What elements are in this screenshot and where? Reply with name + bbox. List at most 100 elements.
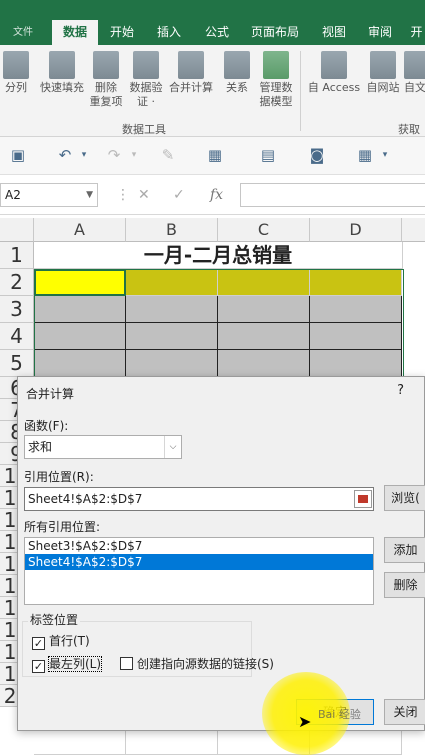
help-button[interactable]: ? <box>397 383 404 398</box>
column-header[interactable]: D <box>310 218 402 242</box>
table-cell[interactable] <box>310 350 402 377</box>
row-header[interactable]: 1 <box>0 242 34 269</box>
flash-fill-icon <box>49 51 75 79</box>
table-cell[interactable] <box>126 323 218 350</box>
flash-fill-button[interactable]: 快速填充 <box>36 51 88 95</box>
grid-cell[interactable] <box>126 731 218 755</box>
from-text-button[interactable]: 自文 <box>404 51 425 95</box>
delete-button[interactable]: 删除 <box>384 572 425 598</box>
range-picker-icon[interactable] <box>354 490 372 508</box>
row-header[interactable]: 5 <box>0 350 34 377</box>
list-item[interactable]: Sheet3!$A$2:$D$7 <box>25 538 373 554</box>
text-to-columns-icon <box>3 51 29 79</box>
name-box[interactable]: A2 ▼ <box>0 183 98 207</box>
table-cell[interactable] <box>34 296 126 323</box>
save-icon[interactable]: ▣ <box>8 146 28 164</box>
tab-more[interactable]: 开 <box>408 20 425 45</box>
manage-data-model-button[interactable]: 管理数 据模型 <box>256 51 296 109</box>
grid-cell[interactable] <box>34 731 126 755</box>
column-header[interactable]: C <box>218 218 310 242</box>
tab-review[interactable]: 审阅 <box>358 20 402 45</box>
consolidate-icon <box>178 51 204 79</box>
text-to-columns-button[interactable]: 分列 <box>2 51 30 95</box>
calendar-icon[interactable]: ▤ <box>258 146 278 164</box>
function-select[interactable]: 求和 ⌵ <box>24 435 182 459</box>
chevron-down-icon[interactable]: ⌵ <box>164 436 181 458</box>
column-header-partial[interactable] <box>402 218 425 242</box>
table-cell[interactable] <box>126 269 218 296</box>
redo-icon[interactable]: ↷ <box>104 146 124 164</box>
browse-button[interactable]: 浏览( <box>384 485 425 511</box>
table-cell[interactable] <box>34 323 126 350</box>
ribbon: 分列 快速填充 删除 重复项 数据验 证 · 合并计算 关系 管理数 据模型 自… <box>0 45 425 152</box>
table-cell[interactable] <box>34 350 126 377</box>
table-icon[interactable]: ▦ <box>205 146 225 164</box>
column-header[interactable]: B <box>126 218 218 242</box>
checkmark-icon: ✓ <box>32 637 45 650</box>
column-header[interactable]: A <box>34 218 126 242</box>
group-separator <box>300 51 301 131</box>
dots-icon: ⋮ <box>116 187 130 203</box>
row-header[interactable]: 4 <box>0 323 34 350</box>
left-column-checkbox[interactable]: ✓ 最左列(L) <box>32 656 103 673</box>
tab-data[interactable]: 数据 <box>52 20 98 45</box>
data-model-icon <box>263 51 289 79</box>
tab-view[interactable]: 视图 <box>312 20 356 45</box>
checkbox-label: 首行(T) <box>49 634 90 648</box>
table-cell[interactable] <box>218 296 310 323</box>
tab-file[interactable]: 文件 <box>0 20 46 45</box>
text-file-icon <box>404 51 425 79</box>
chevron-down-icon[interactable]: ▼ <box>86 184 93 206</box>
table-cell[interactable] <box>310 323 402 350</box>
remove-duplicates-button[interactable]: 删除 重复项 <box>88 51 124 109</box>
undo-icon[interactable]: ↶ <box>55 146 75 164</box>
row-header[interactable]: 3 <box>0 296 34 323</box>
customize-dropdown-icon[interactable]: ▾ <box>375 146 395 164</box>
reference-input[interactable]: Sheet4!$A$2:$D$7 <box>24 487 374 511</box>
undo-dropdown-icon[interactable]: ▾ <box>74 146 94 164</box>
button-label: 自网站 <box>366 81 400 94</box>
grid-icon[interactable]: ▦ <box>355 146 375 164</box>
row-header[interactable]: 2 <box>0 269 34 296</box>
cancel-icon[interactable]: ✕ <box>138 187 150 203</box>
create-links-checkbox[interactable]: 创建指向源数据的链接(S) <box>120 657 274 671</box>
tab-page-layout[interactable]: 页面布局 <box>242 20 308 45</box>
table-cell[interactable] <box>218 323 310 350</box>
table-cell[interactable] <box>218 269 310 296</box>
add-button[interactable]: 添加 <box>384 537 425 563</box>
active-cell-a2[interactable] <box>34 269 126 296</box>
from-web-button[interactable]: 自网站 <box>364 51 402 95</box>
tab-insert[interactable]: 插入 <box>146 20 192 45</box>
formula-bar: A2 ▼ ⋮ ✕ ✓ fx <box>0 175 425 215</box>
table-cell[interactable] <box>126 296 218 323</box>
relationships-button[interactable]: 关系 <box>222 51 252 95</box>
remove-duplicates-icon <box>93 51 119 79</box>
sheet-title-cell[interactable]: 一月-二月总销量 <box>34 242 403 269</box>
from-access-button[interactable]: 自 Access <box>304 51 364 95</box>
select-all-corner[interactable] <box>0 218 34 242</box>
camera-icon[interactable]: ◙ <box>307 146 327 164</box>
format-painter-icon[interactable]: ✎ <box>158 146 178 164</box>
formula-input[interactable] <box>240 183 425 207</box>
tab-formulas[interactable]: 公式 <box>194 20 240 45</box>
button-label: 关系 <box>226 81 248 94</box>
mouse-cursor-icon: ➤ <box>298 712 312 731</box>
table-cell[interactable] <box>310 269 402 296</box>
enter-icon[interactable]: ✓ <box>173 187 185 203</box>
top-row-checkbox[interactable]: ✓ 首行(T) <box>32 634 90 650</box>
web-icon <box>370 51 396 79</box>
relationships-icon <box>224 51 250 79</box>
consolidate-button[interactable]: 合并计算 <box>166 51 216 95</box>
tab-home[interactable]: 开始 <box>100 20 144 45</box>
table-cell[interactable] <box>218 350 310 377</box>
data-validation-button[interactable]: 数据验 证 · <box>128 51 164 109</box>
table-cell[interactable] <box>126 350 218 377</box>
insert-function-icon[interactable]: fx <box>210 187 223 203</box>
table-cell[interactable] <box>310 296 402 323</box>
button-label: 管理数 据模型 <box>259 81 293 108</box>
close-button[interactable]: 关闭 <box>384 699 425 725</box>
all-references-list[interactable]: Sheet3!$A$2:$D$7 Sheet4!$A$2:$D$7 <box>24 537 374 605</box>
label-position-title: 标签位置 <box>28 611 81 628</box>
redo-dropdown-icon[interactable]: ▾ <box>124 146 144 164</box>
list-item-selected[interactable]: Sheet4!$A$2:$D$7 <box>25 554 373 570</box>
